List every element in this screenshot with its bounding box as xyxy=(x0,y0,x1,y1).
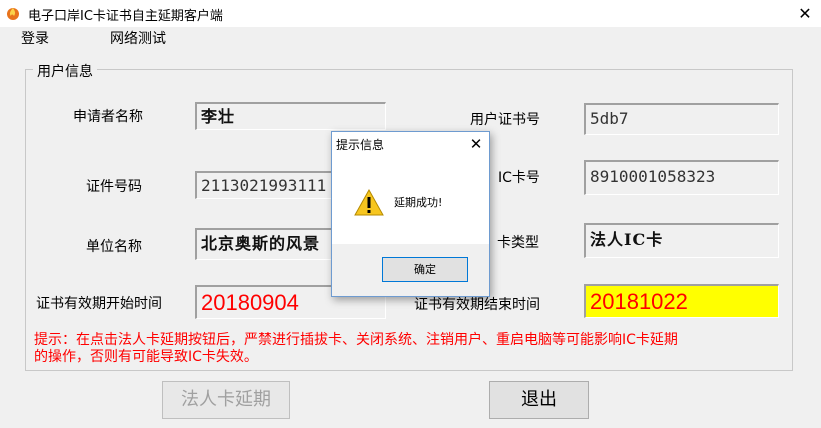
applicant-name-label: 申请者名称 xyxy=(73,109,143,125)
extend-card-button[interactable]: 法人卡延期 xyxy=(162,381,290,419)
menu-network-test[interactable]: 网络测试 xyxy=(110,28,166,48)
card-type-label: 卡类型 xyxy=(497,235,539,251)
dialog-title: 提示信息 xyxy=(336,138,385,152)
app-flame-icon xyxy=(7,8,19,20)
applicant-name-field[interactable]: 李壮 xyxy=(195,102,386,130)
user-cert-field[interactable]: 5db7 xyxy=(584,103,779,135)
unit-name-label: 单位名称 xyxy=(86,239,142,255)
window-close-button[interactable]: ✕ xyxy=(790,0,820,27)
title-bar: 电子口岸IC卡证书自主延期客户端 ✕ xyxy=(0,0,821,27)
warning-icon xyxy=(354,189,384,216)
menu-bar: 登录 网络测试 xyxy=(0,27,821,49)
dialog-message: 延期成功! xyxy=(394,196,443,209)
user-info-group-title: 用户信息 xyxy=(33,61,97,81)
cert-number-label: 证件号码 xyxy=(86,179,142,195)
dialog-ok-button[interactable]: 确定 xyxy=(382,257,468,282)
end-date-label: 证书有效期结束时间 xyxy=(414,297,540,313)
dialog-close-button[interactable]: ✕ xyxy=(464,132,488,156)
exit-button[interactable]: 退出 xyxy=(489,381,589,419)
dialog-footer: 确定 xyxy=(332,244,489,296)
user-cert-label: 用户证书号 xyxy=(470,112,540,128)
menu-login[interactable]: 登录 xyxy=(21,28,49,48)
window-title: 电子口岸IC卡证书自主延期客户端 xyxy=(28,9,223,24)
ic-card-field[interactable]: 8910001058323 xyxy=(584,160,779,195)
end-date-field[interactable]: 20181022 xyxy=(584,284,779,318)
warning-line-1: 提示：在点击法人卡延期按钮后，严禁进行插拔卡、关闭系统、注销用户、重启电脑等可能… xyxy=(34,332,678,348)
start-date-label: 证书有效期开始时间 xyxy=(36,296,162,312)
ic-card-label: IC卡号 xyxy=(498,170,540,186)
card-type-field[interactable]: 法人IC卡 xyxy=(584,223,779,258)
info-dialog: 提示信息 ✕ 延期成功! 确定 xyxy=(331,131,490,297)
warning-text: 提示：在点击法人卡延期按钮后，严禁进行插拔卡、关闭系统、注销用户、重启电脑等可能… xyxy=(34,332,784,366)
warning-line-2: 的操作，否则有可能导致IC卡失效。 xyxy=(34,349,258,365)
